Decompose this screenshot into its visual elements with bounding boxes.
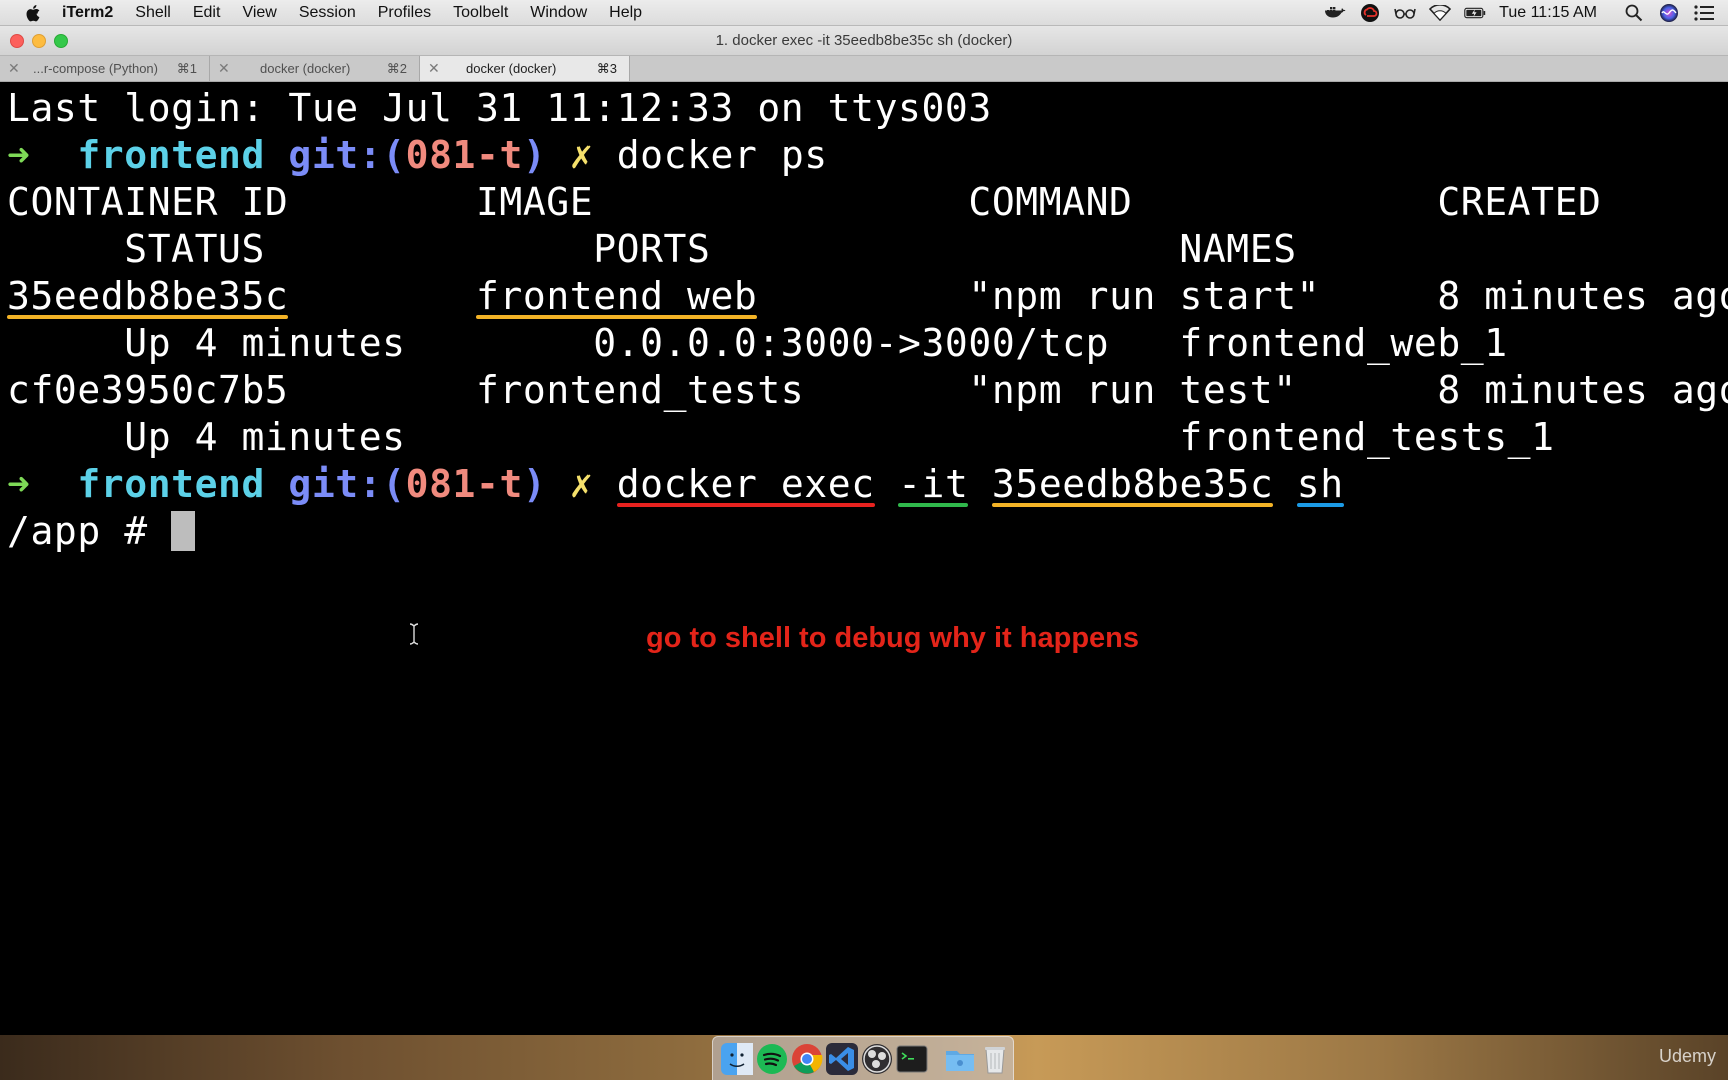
tab-label: docker (docker): [466, 61, 557, 76]
wifi-icon[interactable]: [1429, 4, 1452, 22]
tab-3[interactable]: ✕ docker (docker) ⌘3: [420, 56, 630, 81]
prompt-git-open: git:(: [288, 462, 406, 506]
tab-shortcut: ⌘3: [596, 61, 617, 76]
menu-edit[interactable]: Edit: [193, 4, 221, 22]
tab-1[interactable]: ✕ ...r-compose (Python) ⌘1: [0, 56, 210, 81]
menu-app-name[interactable]: iTerm2: [62, 4, 113, 22]
udemy-watermark: Udemy: [1658, 1046, 1716, 1066]
chrome-icon[interactable]: [791, 1043, 823, 1075]
folder-icon[interactable]: [944, 1043, 976, 1075]
image-name-web: frontend_web: [475, 270, 758, 322]
spotify-icon[interactable]: [756, 1043, 788, 1075]
screen: iTerm2 Shell Edit View Session Profiles …: [0, 0, 1728, 1080]
menu-clock[interactable]: Tue 11:15 AM: [1499, 4, 1597, 22]
tab-shortcut: ⌘1: [176, 61, 197, 76]
siri-icon[interactable]: [1658, 4, 1680, 22]
notification-center-icon[interactable]: [1693, 4, 1715, 22]
prompt-directory: frontend: [77, 462, 265, 506]
battery-icon[interactable]: [1464, 4, 1486, 22]
table-row-1: 35eedb8be35c frontend_web "npm run start…: [7, 270, 1728, 322]
trash-icon[interactable]: [979, 1043, 1011, 1075]
prompt-branch: 081-t: [405, 462, 523, 506]
menu-session[interactable]: Session: [299, 4, 356, 22]
dock: [712, 1036, 1014, 1080]
prompt-line-2: ➜ frontend git:(081-t) ✗ docker exec -it…: [7, 458, 1344, 510]
terminal-view[interactable]: Last login: Tue Jul 31 11:12:33 on ttys0…: [0, 82, 1728, 1035]
last-login-line: Last login: Tue Jul 31 11:12:33 on ttys0…: [7, 86, 992, 130]
prompt-line-1: ➜ frontend git:(081-t) ✗ docker ps: [7, 129, 828, 181]
prompt-git-open: git:(: [288, 133, 406, 177]
table-row-1-continued: Up 4 minutes 0.0.0.0:3000->3000/tcp fron…: [7, 321, 1508, 365]
menu-toolbelt[interactable]: Toolbelt: [453, 4, 508, 22]
row-gap: [288, 368, 476, 412]
command-docker-ps: docker ps: [616, 133, 828, 177]
image-name-tests: frontend_tests: [475, 368, 805, 412]
apple-menu-icon[interactable]: [24, 3, 44, 23]
spotlight-icon[interactable]: [1623, 4, 1645, 22]
tab-close-icon[interactable]: ✕: [8, 60, 20, 77]
vscode-icon[interactable]: [826, 1042, 858, 1075]
menu-view[interactable]: View: [242, 4, 276, 22]
prompt-arrow: ➜: [7, 133, 31, 177]
creative-cloud-icon[interactable]: [1359, 4, 1381, 22]
table-row-2: cf0e3950c7b5 frontend_tests "npm run tes…: [7, 364, 1728, 416]
status-area: Tue 11:15 AM: [1324, 0, 1728, 26]
tab-label: docker (docker): [260, 61, 351, 76]
docker-icon[interactable]: [1324, 4, 1346, 22]
table-row-2-continued: Up 4 minutes frontend_tests_1: [7, 415, 1555, 459]
window-title-bar[interactable]: 1. docker exec -it 35eedb8be35c sh (dock…: [0, 26, 1728, 56]
shell-prompt: /app #: [7, 509, 172, 553]
tab-2[interactable]: ✕ docker (docker) ⌘2: [210, 56, 420, 81]
prompt-dirty-mark: ✗: [569, 133, 594, 177]
command-container-id: 35eedb8be35c: [991, 458, 1274, 510]
row-rest: "npm run test" 8 minutes ago: [804, 368, 1728, 412]
ibeam-cursor-icon: [408, 610, 420, 645]
glasses-icon[interactable]: [1394, 4, 1416, 22]
table-header-line-2: STATUS PORTS NAMES: [7, 227, 1297, 271]
menu-bar: iTerm2 Shell Edit View Session Profiles …: [0, 0, 1728, 26]
command-docker-exec: docker exec: [616, 458, 875, 510]
obs-icon[interactable]: [861, 1043, 893, 1075]
row-gap: [288, 274, 476, 318]
prompt-dirty-mark: ✗: [569, 462, 594, 506]
shell-prompt-line[interactable]: /app #: [7, 505, 196, 557]
tab-bar: ✕ ...r-compose (Python) ⌘1 ✕ docker (doc…: [0, 56, 1728, 82]
prompt-arrow: ➜: [7, 462, 31, 506]
tab-shortcut: ⌘2: [386, 61, 407, 76]
tab-close-icon[interactable]: ✕: [218, 60, 230, 77]
command-flag-it: -it: [898, 458, 969, 510]
menu-window[interactable]: Window: [530, 4, 587, 22]
container-id-web: 35eedb8be35c: [7, 270, 289, 322]
command-shell: sh: [1296, 458, 1344, 510]
prompt-git-close: ): [522, 462, 547, 506]
window-title: 1. docker exec -it 35eedb8be35c sh (dock…: [715, 32, 1013, 49]
tab-label: ...r-compose (Python): [33, 61, 158, 76]
tab-close-icon[interactable]: ✕: [428, 60, 440, 77]
menu-profiles[interactable]: Profiles: [378, 4, 431, 22]
table-header-line-1: CONTAINER ID IMAGE COMMAND CREATED: [7, 180, 1602, 224]
finder-icon[interactable]: [721, 1042, 753, 1075]
terminal-cursor: [171, 510, 196, 551]
terminal-icon[interactable]: [896, 1043, 928, 1075]
prompt-branch: 081-t: [405, 133, 523, 177]
menu-help[interactable]: Help: [609, 4, 642, 22]
menu-shell[interactable]: Shell: [135, 4, 171, 22]
prompt-git-close: ): [522, 133, 547, 177]
container-id-tests: cf0e3950c7b5: [7, 368, 289, 412]
annotation-text: go to shell to debug why it happens: [646, 622, 1139, 654]
prompt-directory: frontend: [77, 133, 265, 177]
row-rest: "npm run start" 8 minutes ago: [757, 274, 1728, 318]
